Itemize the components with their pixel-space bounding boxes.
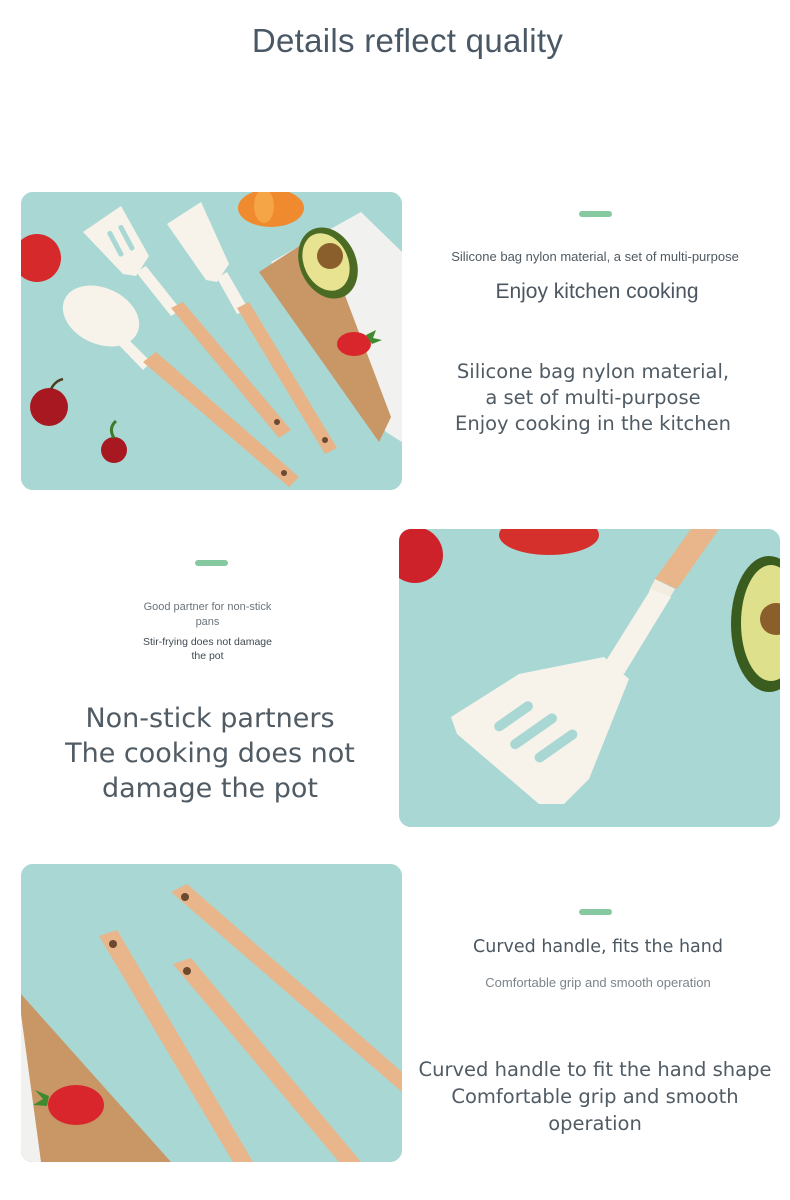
utensils-photo <box>21 192 402 490</box>
accent-bar <box>579 909 612 915</box>
section2-body: Non-stick partners The cooking does not … <box>65 703 355 804</box>
section2-caption: Stir-frying does not damage the pot <box>143 636 272 662</box>
section1-headline: Enjoy kitchen cooking <box>495 280 699 303</box>
accent-bar <box>195 560 228 566</box>
page-title: Details reflect quality <box>251 22 564 59</box>
section3-body: Curved handle to fit the hand shape Comf… <box>418 1058 772 1135</box>
section2-subtitle: Good partner for non-stick pans <box>143 601 272 628</box>
section3-headline: Curved handle, fits the hand <box>473 937 723 957</box>
section1-subtitle: Silicone bag nylon material, a set of mu… <box>451 249 739 264</box>
handles-photo <box>21 864 402 1162</box>
section1-body: Silicone bag nylon material, a set of mu… <box>455 360 731 435</box>
section3-subtitle: Comfortable grip and smooth operation <box>485 975 711 990</box>
turner-photo <box>399 529 780 827</box>
accent-bar <box>579 211 612 217</box>
